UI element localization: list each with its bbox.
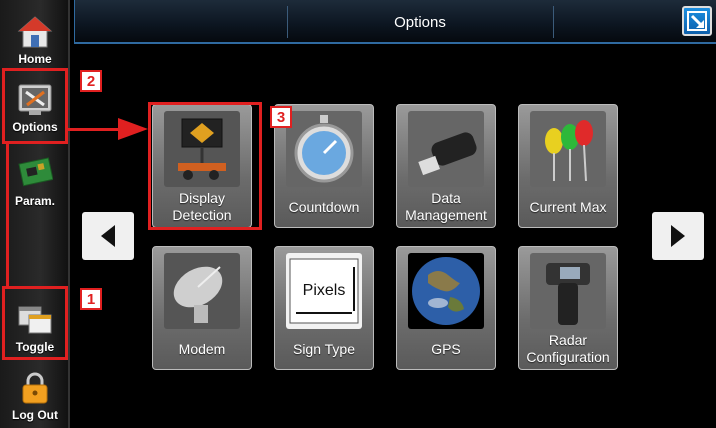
tile-gps[interactable]: GPS [396,246,496,370]
annotation-highlight-toggle [2,286,68,360]
page-title: Options [394,13,446,31]
sidebar-item-label: Log Out [12,408,58,422]
earth-globe-icon [408,253,484,329]
tile-label: Modem [178,340,226,357]
leds-icon [530,111,606,187]
sidebar-item-label: Home [18,52,52,66]
title-divider [553,6,554,38]
sidebar-item-logout[interactable]: Log Out [2,360,68,426]
tile-label: Sign Type [292,340,355,357]
tile-data-management[interactable]: Data Management [396,104,496,228]
pixels-sign-text: Pixels [303,282,346,299]
annotation-badge-1: 1 [80,288,102,310]
tile-label: Current Max [529,198,607,215]
tile-sign-type[interactable]: Pixels Sign Type [274,246,374,370]
circuit-board-icon [17,157,54,191]
stopwatch-icon [286,111,362,187]
sidebar: Home Options Param. Toggle Log Out [0,0,70,428]
title-divider [287,6,288,38]
padlock-icon [17,371,53,405]
exit-arrow-icon [687,11,707,31]
tile-label: Data Management [405,190,487,223]
tile-label: Radar Configuration [526,332,610,365]
usb-drive-icon [408,111,484,187]
sidebar-item-param[interactable]: Param. [2,146,68,212]
home-icon [17,15,53,49]
annotation-arrow-icon [118,118,148,140]
sidebar-item-home[interactable]: Home [2,4,68,70]
annotation-highlight-display-detection [148,102,262,230]
annotation-badge-3: 3 [270,106,292,128]
annotation-connector [68,128,120,131]
next-page-button[interactable] [652,212,704,260]
annotation-highlight-options [2,68,68,144]
annotation-badge-2: 2 [80,70,102,92]
annotation-connector [6,144,9,288]
radar-gun-icon [530,253,606,329]
chevron-right-icon [671,225,685,247]
prev-page-button[interactable] [82,212,134,260]
title-bar: Options [74,0,716,44]
chevron-left-icon [101,225,115,247]
tile-modem[interactable]: Modem [152,246,252,370]
sidebar-item-label: Param. [14,194,56,208]
tile-label: Countdown [288,198,360,215]
pixels-sign-icon: Pixels [286,253,362,329]
tile-radar-configuration[interactable]: Radar Configuration [518,246,618,370]
exit-button[interactable] [682,6,712,36]
satellite-dish-icon [164,253,240,329]
tile-current-max[interactable]: Current Max [518,104,618,228]
tile-label: GPS [431,340,461,357]
